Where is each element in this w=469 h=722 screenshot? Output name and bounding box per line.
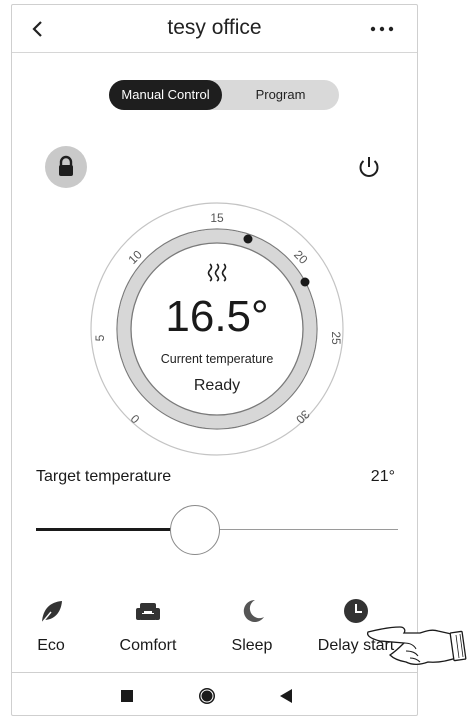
lock-icon (59, 155, 73, 176)
more-icon (370, 26, 394, 32)
target-temperature-slider[interactable] (36, 505, 398, 555)
leaf-icon (40, 601, 62, 625)
current-temperature-label: Current temperature (160, 352, 274, 366)
status-text: Ready (193, 377, 241, 394)
target-temperature-row: Target temperature 21° (12, 468, 417, 490)
mode-sleep[interactable]: Sleep (202, 597, 302, 667)
system-nav-bar (12, 673, 417, 715)
heat-waves-icon (207, 263, 227, 282)
mode-eco[interactable]: Eco (12, 597, 101, 667)
moon-icon (243, 599, 264, 622)
mode-label-sleep: Sleep (231, 637, 273, 654)
target-temperature-label: Target temperature (36, 468, 172, 485)
power-icon (359, 157, 379, 177)
page-title: tesy office (167, 16, 262, 39)
mode-comfort[interactable]: Comfort (98, 597, 198, 667)
sofa-icon (136, 603, 160, 620)
current-temperature: 16.5° (165, 292, 269, 341)
tab-program[interactable]: Program (222, 80, 339, 110)
circle-icon (199, 688, 215, 704)
triangle-left-icon (280, 689, 292, 703)
target-temperature-value: 21° (370, 468, 395, 485)
pointing-hand-icon (366, 626, 467, 665)
mode-label-comfort: Comfort (119, 637, 177, 654)
tab-manual-control[interactable]: Manual Control (109, 80, 222, 110)
lock-button[interactable] (45, 146, 87, 188)
recents-button[interactable] (115, 684, 139, 708)
power-button[interactable] (348, 146, 390, 188)
slider-thumb[interactable] (170, 505, 220, 555)
app-header: tesy office (12, 5, 417, 53)
mode-bar: Eco Comfort Sleep Delay start (12, 597, 417, 667)
temperature-dial[interactable]: 15 20 25 30 0 5 10 16.5° Current tempera… (88, 200, 346, 458)
back-nav-button[interactable] (274, 684, 298, 708)
mode-label-eco: Eco (37, 637, 65, 654)
app-screen: tesy office Manual Control Program 15 20… (11, 4, 418, 716)
square-icon (121, 690, 133, 702)
control-mode-toggle: Manual Control Program (109, 80, 339, 110)
home-button[interactable] (195, 684, 219, 708)
more-button[interactable] (369, 15, 395, 45)
dial-readout: 16.5° Current temperature Ready (88, 200, 346, 458)
